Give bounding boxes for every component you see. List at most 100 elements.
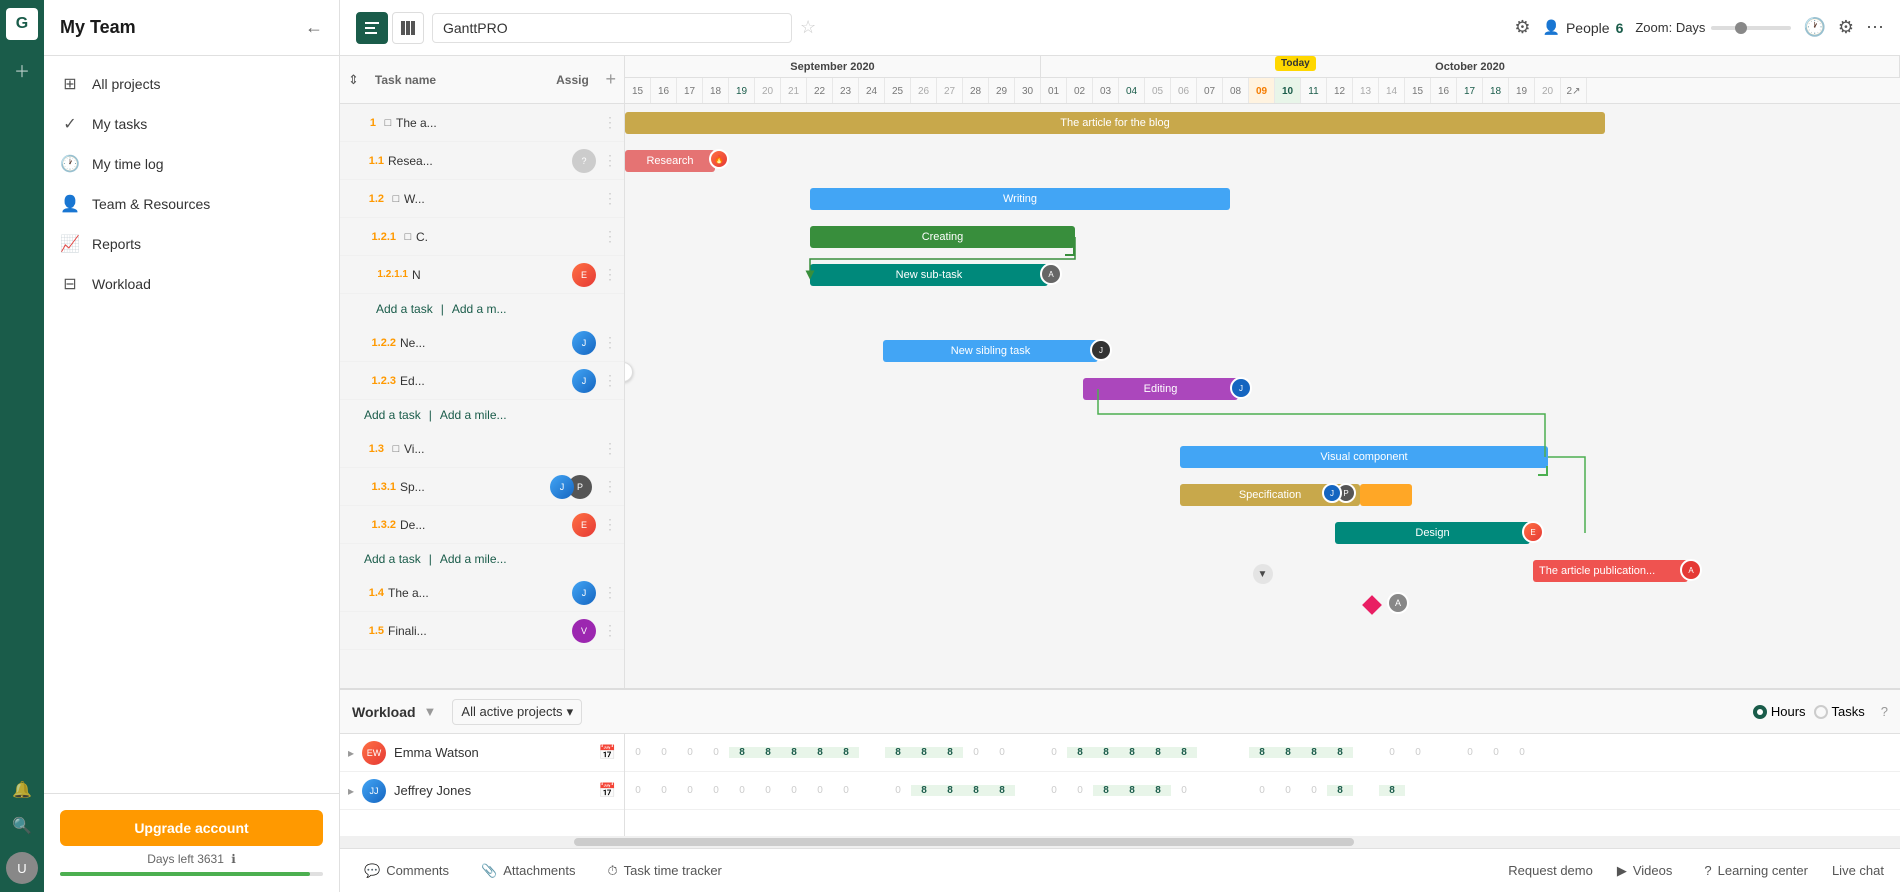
zoom-thumb[interactable] (1735, 22, 1747, 34)
add-task-link[interactable]: Add a task (376, 302, 433, 316)
expand-icon[interactable]: ▸ (348, 746, 354, 760)
row-more-icon[interactable]: ⋮ (600, 371, 620, 391)
day-cell: 26 (911, 78, 937, 104)
sidebar-item-reports[interactable]: 📈 Reports (44, 224, 339, 264)
gantt-bar[interactable]: Research 🔥 (625, 150, 715, 172)
search-icon[interactable]: 🔍 (4, 808, 40, 844)
add-column-button[interactable]: + (605, 69, 616, 90)
live-chat-link[interactable]: Live chat (1832, 863, 1884, 878)
day-cell: 25 (885, 78, 911, 104)
expand-icon[interactable]: ▸ (348, 784, 354, 798)
gantt-bar[interactable]: New sub-task A (810, 264, 1048, 286)
attachments-tab[interactable]: 📎 Attachments (473, 859, 583, 883)
chart-area: ‹ September 2020 October 2020 (625, 56, 1900, 688)
tasks-radio[interactable]: Tasks (1814, 704, 1865, 719)
day-cell: 11 (1301, 78, 1327, 104)
sidebar-item-workload[interactable]: ⊟ Workload (44, 264, 339, 304)
more-icon[interactable]: ⋯ (1866, 17, 1884, 38)
row-more-icon[interactable]: ⋮ (600, 227, 620, 247)
gantt-bar[interactable]: Visual component (1180, 446, 1548, 468)
favorite-icon[interactable]: ☆ (800, 17, 816, 38)
add-task-row: Add a task | Add a m... (340, 294, 624, 324)
sidebar-item-my-tasks[interactable]: ✓ My tasks (44, 104, 339, 144)
add-milestone-link[interactable]: Add a m... (452, 302, 507, 316)
learning-center-link[interactable]: ? Learning center (1696, 859, 1816, 882)
sidebar-title: My Team (60, 17, 136, 38)
row-more-icon[interactable]: ⋮ (600, 189, 620, 209)
row-more-icon[interactable]: ⋮ (600, 621, 620, 641)
people-button[interactable]: 👤 People 6 (1543, 19, 1624, 36)
upgrade-button[interactable]: Upgrade account (60, 810, 323, 846)
add-milestone-link[interactable]: Add a mile... (440, 408, 507, 422)
calendar-icon[interactable]: 📅 (599, 782, 616, 799)
history-icon[interactable]: 🕐 (1803, 17, 1825, 38)
gantt-bar[interactable]: The article for the blog (625, 112, 1605, 134)
project-name-input[interactable] (432, 13, 792, 43)
filter-icon[interactable]: ⚙ (1514, 17, 1530, 38)
sidebar-back-button[interactable]: ← (305, 17, 323, 38)
add-milestone-link[interactable]: Add a mile... (440, 552, 507, 566)
row-more-icon[interactable]: ⋮ (600, 477, 620, 497)
gantt-bar[interactable]: Editing J (1083, 378, 1238, 400)
sort-icon[interactable]: ⇕ (348, 72, 359, 88)
expand-icon[interactable]: □ (400, 229, 416, 245)
row-more-icon[interactable]: ⋮ (600, 113, 620, 133)
add-task-link[interactable]: Add a task (364, 552, 421, 566)
day-cell: 30 (1015, 78, 1041, 104)
scrollbar-thumb[interactable] (574, 838, 1354, 846)
sidebar-item-my-time-log[interactable]: 🕐 My time log (44, 144, 339, 184)
horizontal-scrollbar[interactable] (340, 836, 1900, 848)
day-cell: 18 (1483, 78, 1509, 104)
workload-cell: 8 (1249, 747, 1275, 758)
add-task-row: Add a task | Add a mile... (340, 544, 624, 574)
add-icon[interactable]: ＋ (4, 52, 40, 88)
user-avatar[interactable]: U (6, 852, 38, 884)
sidebar-item-all-projects[interactable]: ⊞ All projects (44, 64, 339, 104)
person-avatar: JJ (362, 779, 386, 803)
row-more-icon[interactable]: ⋮ (600, 151, 620, 171)
scroll-down-indicator[interactable]: ▼ (1253, 564, 1273, 584)
gantt-bar[interactable]: Design E (1335, 522, 1530, 544)
gantt-bar[interactable]: New sibling task J (883, 340, 1098, 362)
workload-expand-icon[interactable]: ▼ (424, 704, 437, 719)
gantt-bar[interactable]: Specification J P (1180, 484, 1360, 506)
help-icon[interactable]: ? (1881, 704, 1888, 719)
workload-cell: 8 (1067, 747, 1093, 758)
workload-project-dropdown[interactable]: All active projects ▾ (452, 699, 582, 725)
expand-icon[interactable]: □ (388, 441, 404, 457)
day-cell: 24 (859, 78, 885, 104)
task-time-tracker-tab[interactable]: ⏱ Task time tracker (600, 859, 730, 883)
add-task-link[interactable]: Add a task (364, 408, 421, 422)
gantt-scroll[interactable]: The article for the blog Research 🔥 Writ… (625, 104, 1900, 688)
gantt-view-button[interactable] (356, 12, 388, 44)
row-more-icon[interactable]: ⋮ (600, 333, 620, 353)
row-more-icon[interactable]: ⋮ (600, 439, 620, 459)
gantt-bar[interactable]: Creating (810, 226, 1075, 248)
hours-radio[interactable]: Hours (1753, 704, 1806, 719)
comments-tab[interactable]: 💬 Comments (356, 859, 457, 883)
workload-body: ▸ EW Emma Watson 📅 ▸ JJ Jeffrey Jones 📅 (340, 734, 1900, 836)
expand-icon[interactable]: □ (388, 191, 404, 207)
workload-cell: 8 (1301, 747, 1327, 758)
expand-icon[interactable]: □ (380, 115, 396, 131)
row-more-icon[interactable]: ⋮ (600, 265, 620, 285)
row-more-icon[interactable]: ⋮ (600, 515, 620, 535)
notifications-icon[interactable]: 🔔 (4, 772, 40, 808)
board-view-button[interactable] (392, 12, 424, 44)
request-demo-link[interactable]: Request demo (1508, 863, 1593, 878)
sidebar-item-team-resources[interactable]: 👤 Team & Resources (44, 184, 339, 224)
settings-icon[interactable]: ⚙ (1838, 17, 1854, 38)
gantt-bar[interactable]: The article publication... A (1533, 560, 1688, 582)
app-logo[interactable]: G (6, 8, 38, 40)
gantt-bar-extra (1360, 484, 1412, 506)
calendar-icon[interactable]: 📅 (599, 744, 616, 761)
zoom-slider[interactable] (1711, 26, 1791, 30)
sidebar-item-label: Team & Resources (92, 196, 210, 212)
people-count: 6 (1616, 20, 1624, 36)
gantt-bar[interactable]: Writing (810, 188, 1230, 210)
videos-link[interactable]: ▶ Videos (1609, 859, 1681, 883)
task-row: 1.2 □ W... ⋮ (340, 180, 624, 218)
workload-cell: 0 (703, 747, 729, 758)
row-more-icon[interactable]: ⋮ (600, 583, 620, 603)
paperclip-icon: 📎 (481, 863, 497, 879)
